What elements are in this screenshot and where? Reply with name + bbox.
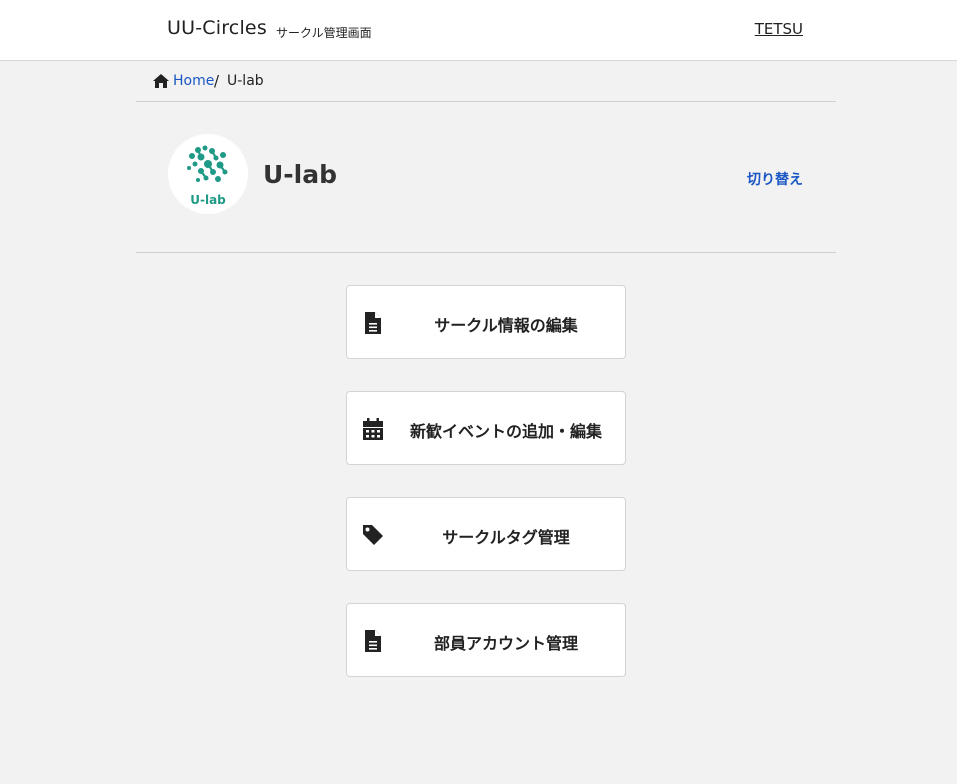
menu-label: 部員アカウント管理 bbox=[433, 634, 578, 653]
circle-tag-management-button[interactable]: サークルタグ管理 bbox=[346, 497, 626, 571]
edit-events-button[interactable]: 新歓イベントの追加・編集 bbox=[346, 391, 626, 465]
breadcrumb: Home / U-lab bbox=[136, 61, 836, 102]
breadcrumb-home-link[interactable]: Home bbox=[173, 73, 214, 89]
page-subtitle: サークル管理画面 bbox=[276, 26, 372, 40]
circle-profile: U-lab U-lab 切り替え bbox=[136, 102, 836, 253]
circle-logo-image: U-lab bbox=[187, 145, 228, 207]
breadcrumb-current: U-lab bbox=[227, 73, 264, 89]
edit-circle-info-button[interactable]: サークル情報の編集 bbox=[346, 285, 626, 359]
member-account-management-button[interactable]: 部員アカウント管理 bbox=[346, 603, 626, 677]
circle-name: U-lab bbox=[263, 160, 338, 189]
brand-title[interactable]: UU-Circles bbox=[167, 17, 267, 39]
menu-label: サークル情報の編集 bbox=[434, 316, 578, 335]
menu-label: サークルタグ管理 bbox=[442, 528, 570, 547]
document-icon bbox=[365, 312, 381, 334]
menu-label: 新歓イベントの追加・編集 bbox=[409, 422, 602, 441]
breadcrumb-separator: / bbox=[214, 72, 220, 90]
circle-logo: U-lab bbox=[168, 134, 248, 214]
home-icon bbox=[153, 74, 169, 88]
circle-logo-text: U-lab bbox=[190, 193, 226, 207]
switch-circle-link[interactable]: 切り替え bbox=[747, 169, 803, 189]
tag-icon bbox=[363, 525, 383, 545]
user-menu-link[interactable]: TETSU bbox=[755, 20, 803, 38]
document-icon bbox=[365, 630, 381, 652]
top-navbar: UU-Circles サークル管理画面 TETSU bbox=[0, 0, 957, 61]
calendar-icon bbox=[363, 418, 383, 440]
